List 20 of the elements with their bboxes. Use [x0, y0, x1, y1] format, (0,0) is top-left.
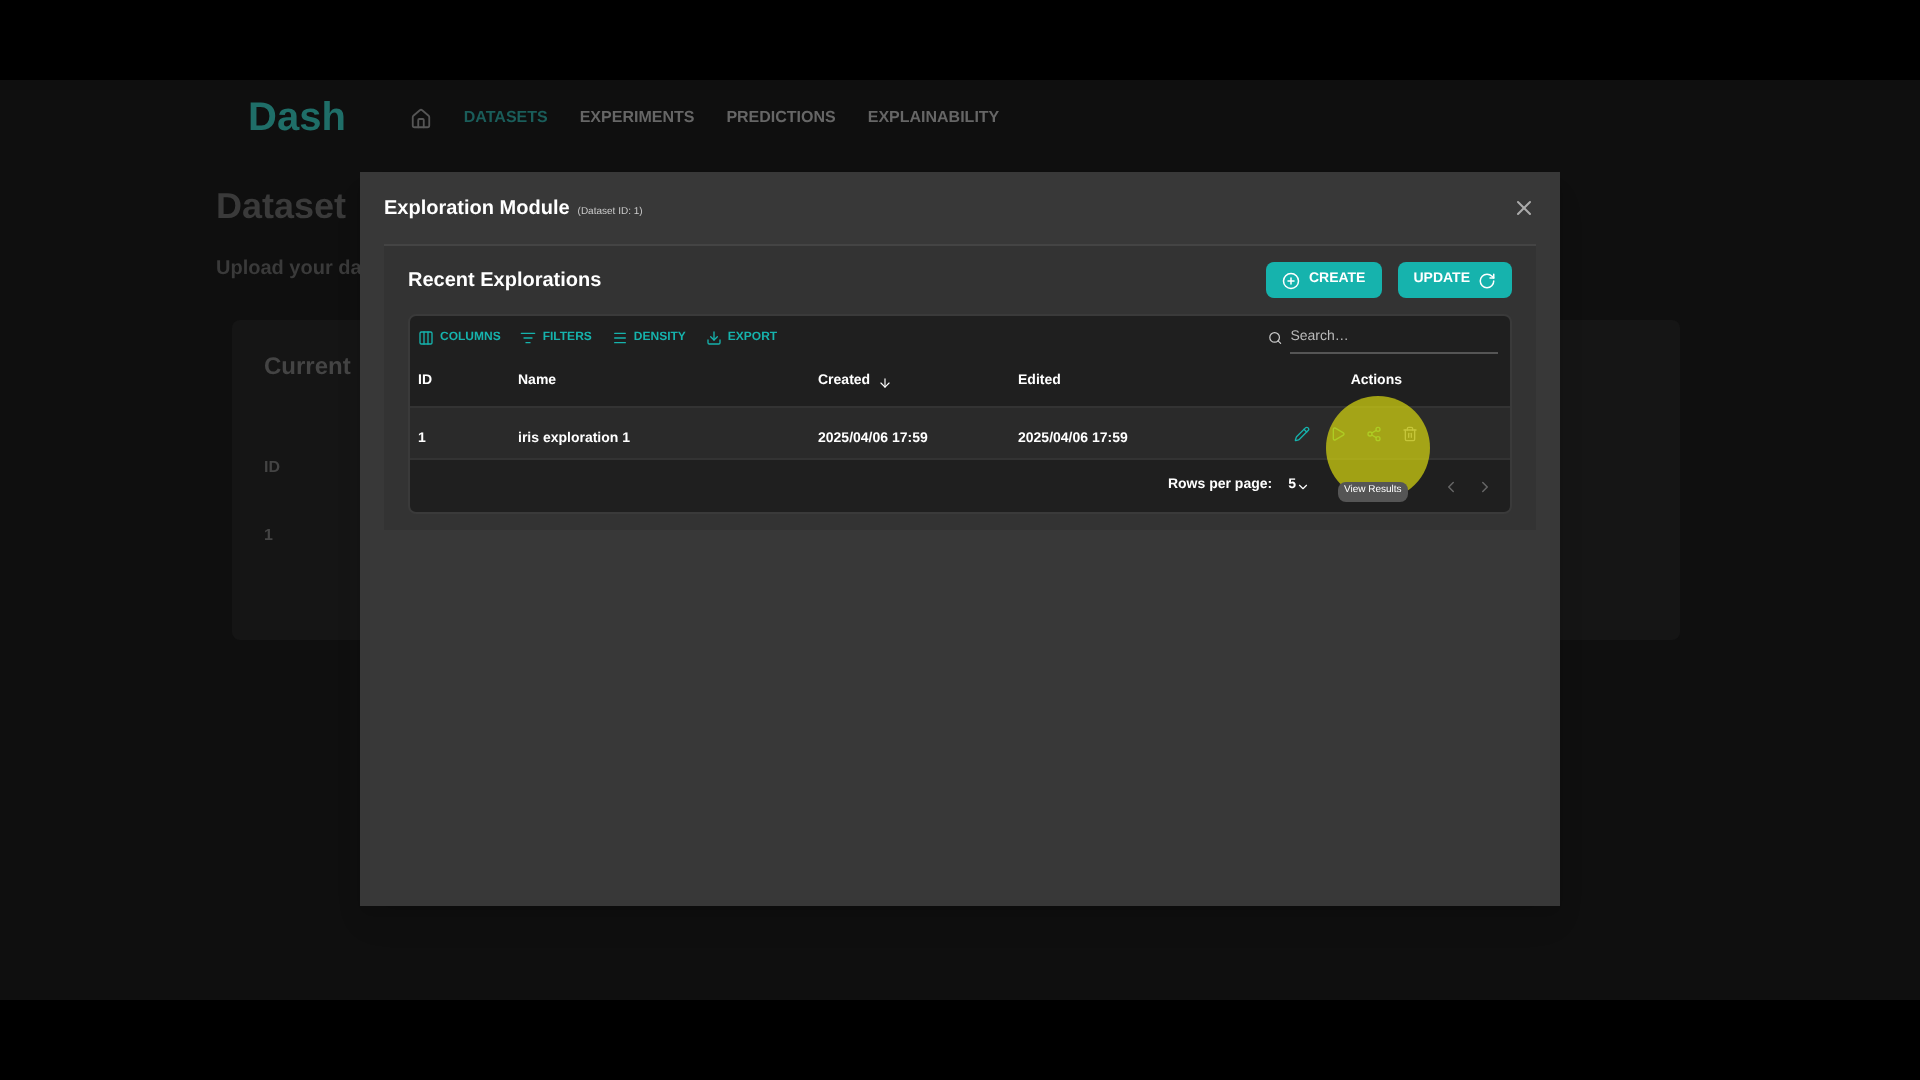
- nav-link[interactable]: EXPLAINABILITY: [867, 106, 1000, 130]
- columns-icon: [418, 330, 434, 346]
- logo: Dash: [248, 94, 346, 144]
- search-icon: [1268, 330, 1283, 346]
- plus-circle-icon: [1282, 271, 1301, 289]
- filters-icon: [520, 330, 537, 346]
- export-icon: [705, 330, 722, 346]
- modal-title: Exploration Module: [384, 195, 570, 223]
- nav-link[interactable]: EXPERIMENTS: [579, 106, 695, 130]
- density-icon: [611, 330, 628, 346]
- close-icon[interactable]: [1512, 196, 1536, 220]
- refresh-icon: [1478, 271, 1496, 289]
- next-page-icon[interactable]: [1476, 477, 1494, 495]
- nav-link[interactable]: PREDICTIONS: [726, 106, 836, 130]
- previous-page-icon[interactable]: [1442, 477, 1460, 495]
- home-icon[interactable]: [409, 107, 432, 129]
- sort-arrow-icon[interactable]: [878, 376, 893, 390]
- pencil-icon[interactable]: [1294, 425, 1310, 441]
- caret-icon: [1296, 479, 1310, 493]
- section-title: Recent Explorations: [408, 267, 602, 295]
